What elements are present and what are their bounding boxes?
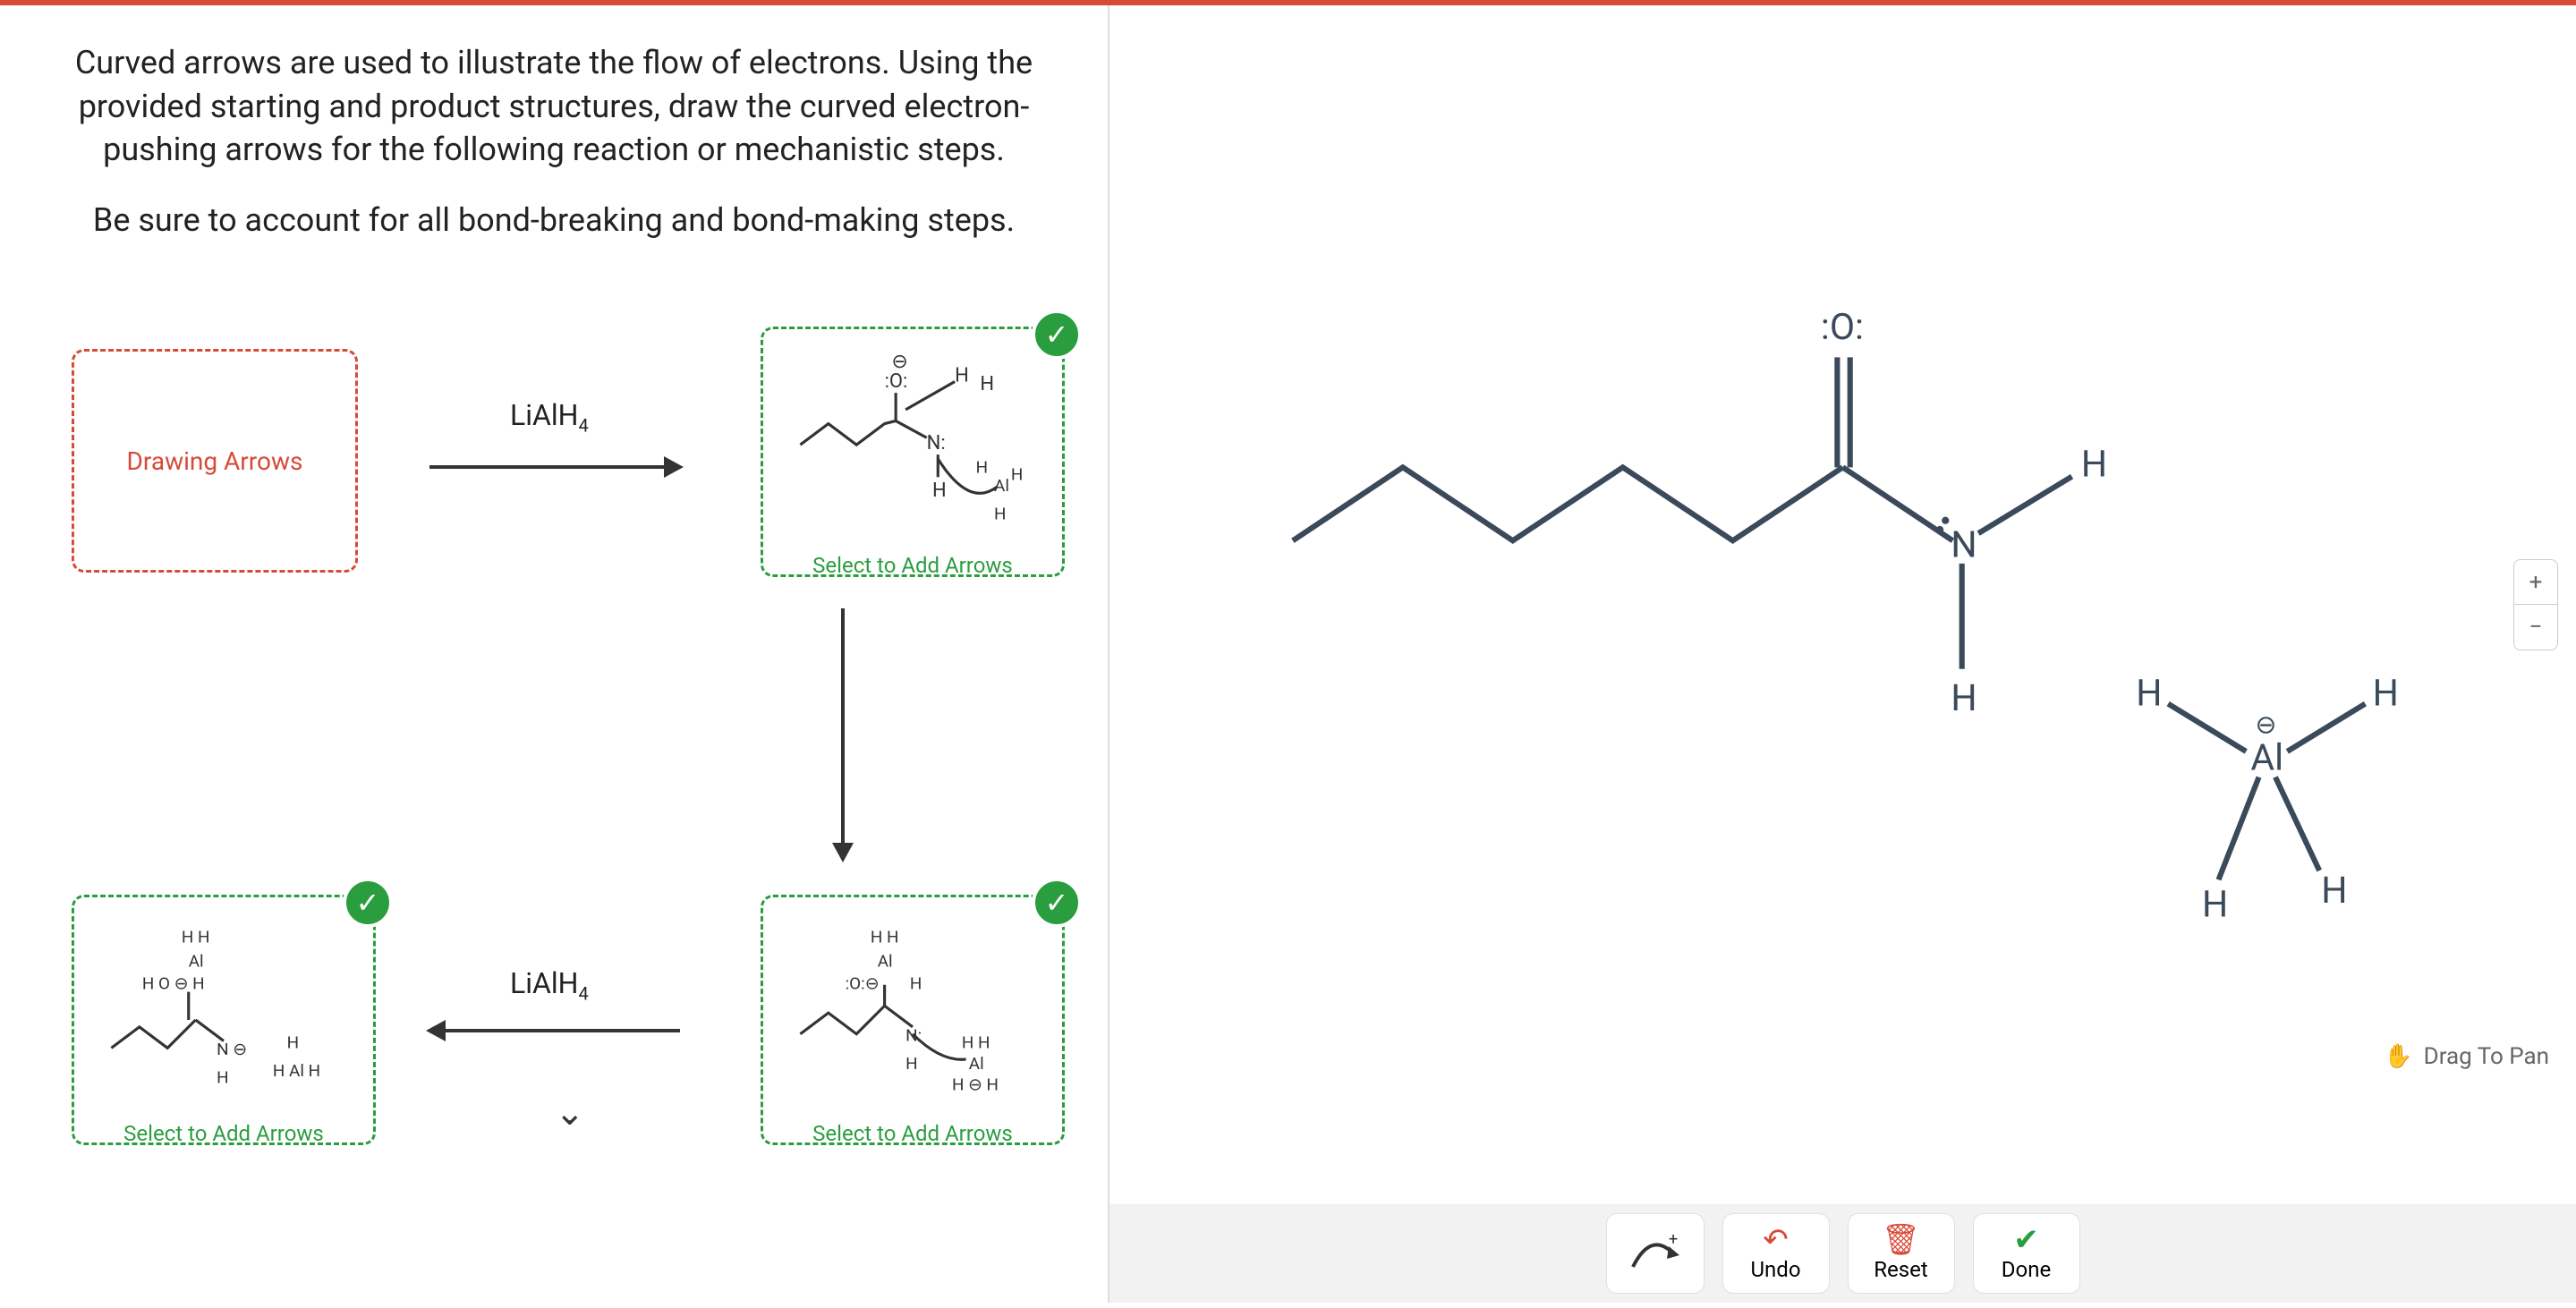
select-add-arrows-label: Select to Add Arrows — [123, 1121, 324, 1146]
zoom-out-button[interactable]: − — [2514, 605, 2557, 650]
check-icon: ✓ — [1032, 878, 1082, 928]
svg-text:N:: N: — [927, 432, 946, 454]
svg-text:H O ⊖ H: H O ⊖ H — [142, 974, 205, 994]
svg-text:H: H — [955, 365, 969, 387]
svg-text:H ⊖ H: H ⊖ H — [952, 1075, 999, 1095]
svg-text:H: H — [2081, 444, 2107, 487]
drawing-arrows-label: Drawing Arrows — [127, 446, 303, 476]
molecule-structure: :O: N H H Al ⊖ H H — [1109, 5, 2576, 1204]
svg-text:H: H — [932, 480, 947, 503]
svg-text:+: + — [1669, 1230, 1678, 1249]
svg-text:H: H — [1951, 677, 1977, 720]
aluminum-label: Al — [2250, 736, 2283, 779]
check-icon: ✓ — [343, 878, 393, 928]
reagent-label-1: LiAlH4 — [510, 398, 589, 436]
svg-text:H Al H: H Al H — [273, 1061, 320, 1081]
zoom-control: + − — [2513, 559, 2558, 650]
svg-text:Al: Al — [969, 1054, 984, 1074]
question-panel: Curved arrows are used to illustrate the… — [0, 5, 1109, 1303]
trash-icon: 🗑 — [1882, 1225, 1920, 1255]
svg-text:H: H — [287, 1033, 299, 1053]
step-box-3[interactable]: ✓ H H Al :O:⊖ H N: H H H Al H ⊖ H Select — [761, 895, 1065, 1145]
zoom-in-button[interactable]: + — [2514, 560, 2557, 605]
svg-text:H: H — [2202, 883, 2228, 926]
svg-text:H: H — [980, 373, 994, 395]
check-circle-icon: ✔ — [2013, 1225, 2039, 1255]
svg-text:H: H — [976, 458, 988, 478]
svg-text::O:: :O: — [885, 370, 908, 393]
question-paragraph-1: Curved arrows are used to illustrate the… — [54, 41, 1054, 172]
svg-text:Al: Al — [189, 952, 204, 972]
svg-text:H H: H H — [962, 1033, 990, 1053]
step-box-2[interactable]: ✓ ⊖ :O: N: H H H H H Al H — [761, 327, 1065, 577]
done-button[interactable]: ✔ Done — [1973, 1213, 2080, 1294]
canvas-toolbar: + ↶ Undo 🗑 Reset ✔ Done — [1109, 1204, 2576, 1303]
svg-text:H: H — [905, 1054, 917, 1074]
svg-text:H: H — [2136, 673, 2162, 716]
svg-text:N ⊖: N ⊖ — [217, 1040, 247, 1060]
structure-thumbnail-2: ⊖ :O: N: H H H H H Al H — [772, 338, 1053, 565]
svg-text:H H: H H — [182, 928, 210, 947]
drag-to-pan-hint: ✋ Drag To Pan — [2384, 1043, 2549, 1070]
svg-text:H: H — [1011, 465, 1023, 485]
curved-arrow-tool-button[interactable]: + — [1606, 1213, 1705, 1294]
oxygen-label: :O: — [1821, 306, 1864, 349]
reset-button[interactable]: 🗑 Reset — [1848, 1213, 1955, 1294]
undo-button[interactable]: ↶ Undo — [1722, 1213, 1830, 1294]
question-paragraph-2: Be sure to account for all bond-breaking… — [54, 199, 1054, 242]
nitrogen-label: N — [1951, 524, 1977, 567]
svg-text:Al: Al — [994, 476, 1009, 496]
svg-text:H: H — [910, 974, 922, 994]
chevron-down-icon[interactable]: ⌄ — [555, 1091, 585, 1134]
structure-thumbnail-3: H H Al :O:⊖ H N: H H H Al H ⊖ H — [772, 906, 1053, 1134]
negative-charge: ⊖ — [2255, 709, 2276, 740]
svg-text:H: H — [2321, 870, 2347, 913]
select-add-arrows-label: Select to Add Arrows — [812, 1121, 1013, 1146]
reaction-arrow-2 — [841, 608, 845, 859]
reaction-arrow-1 — [429, 465, 680, 469]
svg-text:Al: Al — [878, 952, 893, 972]
svg-text:H: H — [217, 1068, 228, 1088]
svg-text:H: H — [994, 505, 1006, 524]
reagent-label-2: LiAlH4 — [510, 966, 589, 1004]
molecule-canvas[interactable]: :O: N H H Al ⊖ H H — [1109, 5, 2576, 1204]
undo-icon: ↶ — [1763, 1225, 1789, 1255]
select-add-arrows-label: Select to Add Arrows — [812, 553, 1013, 578]
drawing-canvas-panel: :O: N H H Al ⊖ H H — [1109, 5, 2576, 1303]
svg-text::O:⊖: :O:⊖ — [846, 974, 880, 994]
step-box-active[interactable]: Drawing Arrows — [72, 349, 358, 573]
step-box-4[interactable]: ✓ H H Al H O ⊖ H N ⊖ H H H Al H Select t… — [72, 895, 376, 1145]
svg-text:H H: H H — [871, 928, 899, 947]
svg-text:H: H — [2373, 673, 2399, 716]
hand-icon: ✋ — [2384, 1043, 2412, 1070]
structure-thumbnail-4: H H Al H O ⊖ H N ⊖ H H H Al H — [83, 906, 364, 1134]
check-icon: ✓ — [1032, 310, 1082, 360]
reaction-arrow-3 — [429, 1029, 680, 1032]
